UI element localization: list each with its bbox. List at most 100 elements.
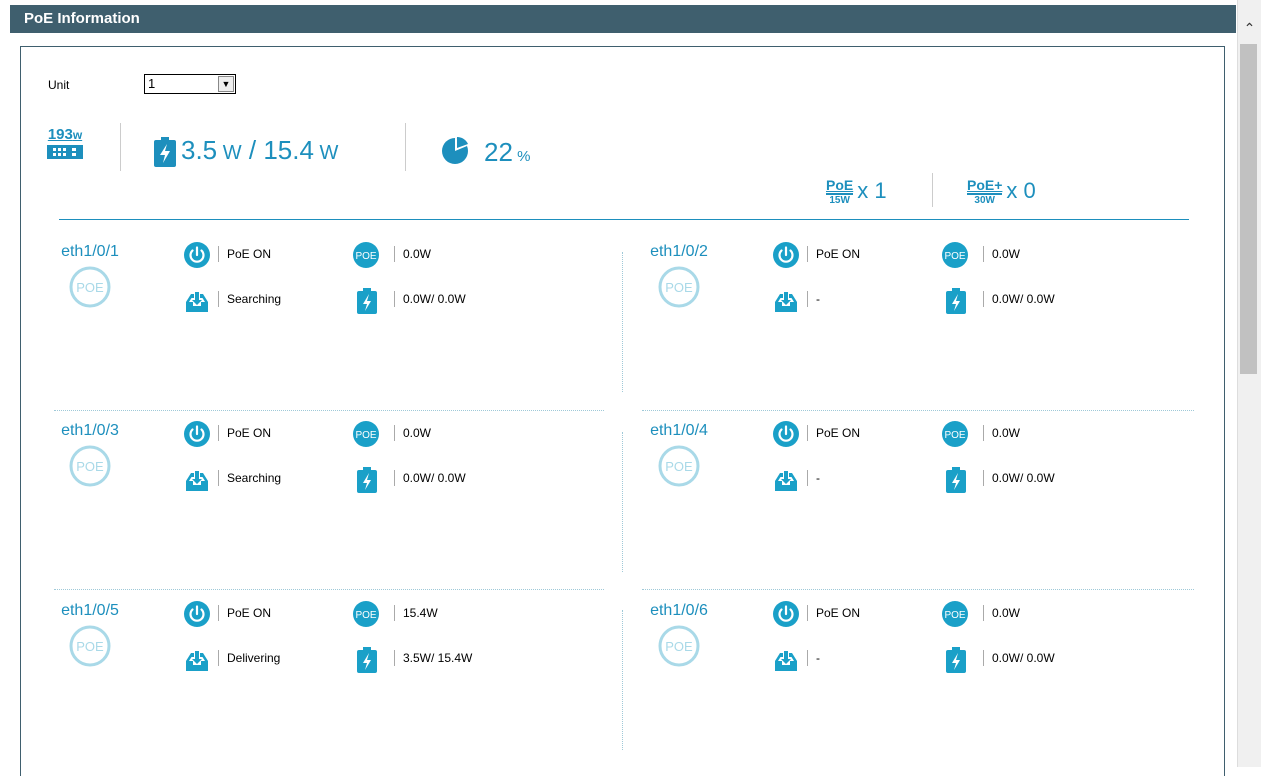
port-card-6: eth1/0/6 POE PoE ON - POE 0.0W 0.0W/ 0.0…: [639, 601, 1199, 692]
poe-circle-icon: POE: [658, 266, 700, 308]
poe-type-count: x 0: [1006, 177, 1036, 203]
port-power: 0.0W/ 0.0W: [394, 291, 466, 307]
port-name: eth1/0/1: [61, 243, 119, 260]
percent-unit: %: [517, 148, 531, 165]
svg-text:POE: POE: [944, 430, 965, 441]
poe-circle-icon: POE: [658, 625, 700, 667]
poe-circle-icon: POE: [69, 625, 111, 667]
power-usage: 3.5 W / 15.4 W: [181, 135, 338, 166]
power-icon: [773, 242, 799, 268]
grid-divider: [642, 589, 1194, 590]
grid-divider: [622, 610, 623, 750]
port-state: PoE ON: [218, 605, 271, 621]
svg-text:POE: POE: [665, 280, 693, 295]
battery-icon: [154, 137, 176, 167]
poe-class-icon: POE: [942, 421, 968, 447]
battery-icon: [946, 647, 966, 673]
unit-select[interactable]: 1 ▼: [144, 74, 236, 94]
port-name: eth1/0/2: [650, 243, 708, 260]
svg-text:POE: POE: [665, 459, 693, 474]
port-status: Searching: [218, 470, 281, 486]
battery-icon: [357, 288, 377, 314]
power-icon: [773, 601, 799, 627]
switch-power-icon: 193w: [47, 127, 93, 173]
port-name: eth1/0/3: [61, 422, 119, 439]
used-power: 3.5: [181, 135, 218, 165]
poe-circle-icon: POE: [69, 266, 111, 308]
svg-text:POE: POE: [76, 639, 104, 654]
svg-text:POE: POE: [355, 430, 376, 441]
port-power: 0.0W/ 0.0W: [983, 650, 1055, 666]
budget-power: 15.4: [263, 135, 314, 165]
poe-type-name: PoE: [826, 177, 854, 195]
svg-text:POE: POE: [355, 251, 376, 262]
poe-type-rating: 30W: [974, 195, 995, 206]
poe-type-count: x 1: [857, 177, 887, 203]
port-status: -: [807, 291, 820, 307]
svg-text:POE: POE: [665, 639, 693, 654]
total-power-value: 193: [47, 126, 73, 143]
port-power: 3.5W/ 15.4W: [394, 650, 472, 666]
total-power-unit: w: [72, 128, 83, 142]
svg-text:POE: POE: [944, 610, 965, 621]
page-title: PoE Information: [10, 5, 1236, 33]
usage-percent: 22 %: [484, 137, 530, 168]
pie-chart-icon: [442, 136, 468, 164]
percent-value: 22: [484, 137, 513, 167]
port-class-power: 0.0W: [394, 246, 431, 262]
download-icon: [186, 651, 208, 671]
svg-text:POE: POE: [355, 610, 376, 621]
poe-type-poe: PoE 15W x 1: [826, 177, 887, 207]
type-divider: [932, 173, 933, 207]
port-status: Delivering: [218, 650, 280, 666]
power-icon: [184, 421, 210, 447]
poe-class-icon: POE: [353, 601, 379, 627]
port-status: -: [807, 470, 820, 486]
port-name: eth1/0/5: [61, 602, 119, 619]
port-power: 0.0W/ 0.0W: [983, 291, 1055, 307]
vertical-scrollbar[interactable]: ⌃: [1237, 0, 1261, 767]
scroll-up-icon[interactable]: ⌃: [1238, 20, 1261, 42]
unit-value: 1: [148, 76, 156, 91]
port-state: PoE ON: [218, 425, 271, 441]
svg-text:POE: POE: [76, 280, 104, 295]
grid-divider: [622, 252, 623, 392]
download-icon: [775, 292, 797, 312]
budget-power-unit: W: [319, 142, 339, 164]
poe-class-icon: POE: [353, 242, 379, 268]
battery-icon: [357, 467, 377, 493]
summary-divider: [120, 123, 121, 171]
chevron-down-icon[interactable]: ▼: [218, 76, 234, 92]
scroll-thumb[interactable]: [1240, 44, 1257, 374]
port-card-3: eth1/0/3 POE PoE ON Searching POE 0.0W 0…: [50, 421, 610, 512]
download-icon: [186, 471, 208, 491]
port-state: PoE ON: [807, 425, 860, 441]
port-status: -: [807, 650, 820, 666]
download-icon: [775, 471, 797, 491]
battery-icon: [357, 647, 377, 673]
power-separator: /: [248, 135, 257, 165]
port-card-2: eth1/0/2 POE PoE ON - POE 0.0W 0.0W/ 0.0…: [639, 242, 1199, 333]
port-class-power: 0.0W: [983, 605, 1020, 621]
power-icon: [184, 601, 210, 627]
grid-divider: [54, 410, 604, 411]
port-card-4: eth1/0/4 POE PoE ON - POE 0.0W 0.0W/ 0.0…: [639, 421, 1199, 512]
port-card-5: eth1/0/5 POE PoE ON Delivering POE 15.4W…: [50, 601, 610, 692]
poe-class-icon: POE: [942, 242, 968, 268]
port-name: eth1/0/4: [650, 422, 708, 439]
summary-divider: [405, 123, 406, 171]
port-class-power: 0.0W: [983, 246, 1020, 262]
port-card-1: eth1/0/1 POE PoE ON Searching POE 0.0W 0…: [50, 242, 610, 333]
poe-type-name: PoE+: [967, 177, 1003, 195]
poe-class-icon: POE: [353, 421, 379, 447]
svg-text:POE: POE: [944, 251, 965, 262]
poe-circle-icon: POE: [69, 445, 111, 487]
port-class-power: 0.0W: [983, 425, 1020, 441]
poe-type-rating: 15W: [829, 195, 850, 206]
poe-circle-icon: POE: [658, 445, 700, 487]
poe-class-icon: POE: [942, 601, 968, 627]
svg-text:POE: POE: [76, 459, 104, 474]
port-state: PoE ON: [218, 246, 271, 262]
unit-label: Unit: [48, 78, 70, 92]
power-icon: [184, 242, 210, 268]
